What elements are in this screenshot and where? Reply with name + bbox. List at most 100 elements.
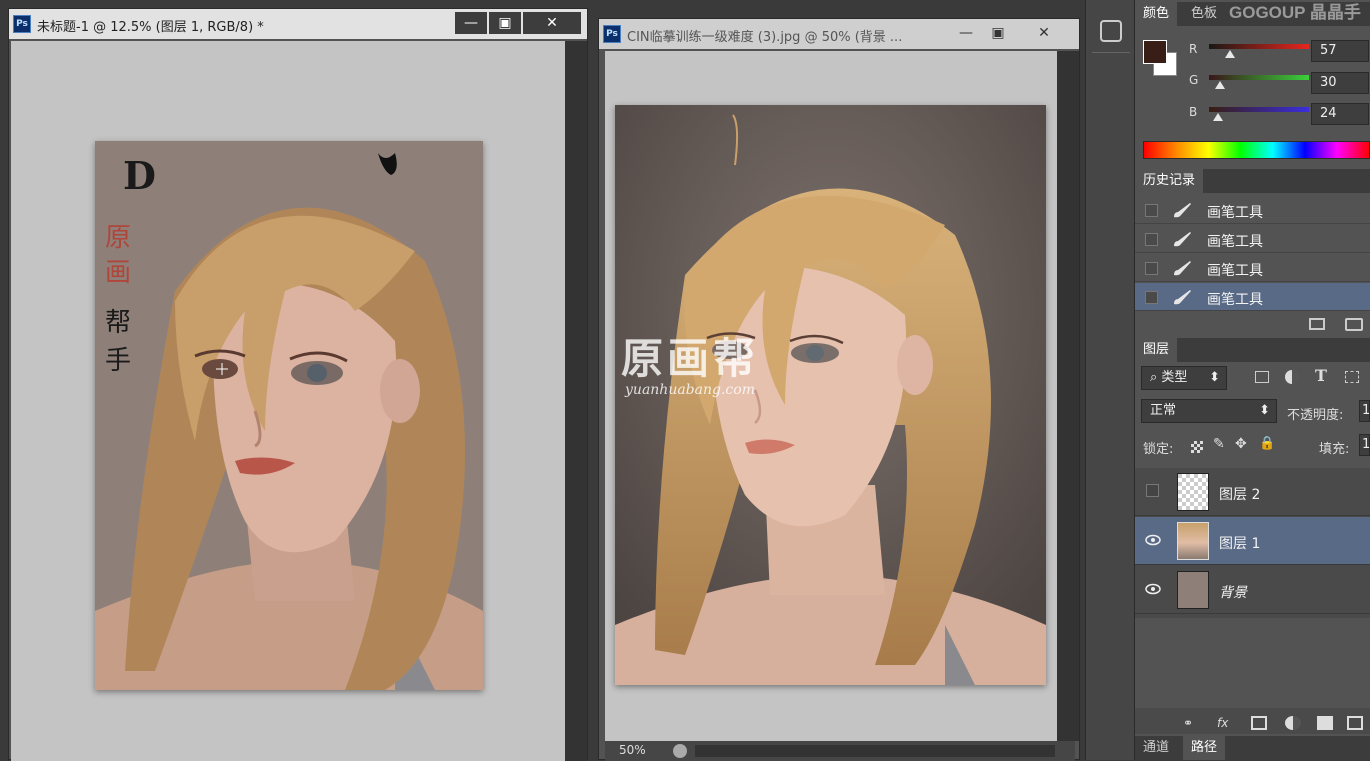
eye-icon[interactable] [1145, 583, 1161, 595]
slider-r-thumb[interactable] [1225, 50, 1235, 58]
fx-icon[interactable]: fx [1217, 716, 1233, 730]
tab-swatches[interactable]: 色板 [1183, 2, 1225, 26]
lock-all-icon[interactable]: 🔒 [1259, 436, 1275, 451]
brush-icon [1174, 290, 1191, 305]
channel-r-input[interactable]: 57 [1311, 40, 1369, 62]
add-mask-icon[interactable] [1251, 716, 1267, 730]
slider-g[interactable] [1209, 75, 1309, 80]
channel-g-input[interactable]: 30 [1311, 72, 1369, 94]
history-list: 画笔工具 画笔工具 画笔工具 画笔工具 [1135, 196, 1370, 312]
document-1-scrollbar[interactable] [565, 41, 587, 761]
tab-paths[interactable]: 路径 [1183, 736, 1226, 760]
history-item[interactable]: 画笔工具 [1135, 225, 1370, 253]
photoshop-icon: Ps [603, 25, 621, 43]
lock-position-icon[interactable]: ✥ [1235, 436, 1247, 452]
history-checkbox[interactable] [1145, 204, 1158, 217]
history-item-label: 画笔工具 [1207, 234, 1263, 250]
layers-panel-tabs: 图层 [1135, 338, 1370, 362]
document-2-statusbar: 50% [605, 741, 1075, 761]
history-item[interactable]: 画笔工具 [1135, 196, 1370, 224]
channel-b-input[interactable]: 24 [1311, 103, 1369, 125]
layer-name: 图层 1 [1219, 536, 1261, 552]
layer-filter-value: 类型 [1161, 370, 1188, 385]
color-spectrum[interactable] [1143, 141, 1370, 159]
search-icon: ⌕ [1150, 370, 1162, 385]
filter-type-icon[interactable]: T [1315, 366, 1327, 385]
plugin-icon[interactable] [1100, 20, 1122, 42]
right-panels: 颜色 色板 GOGOUP 晶晶手 R 57 G 30 B 24 历史记录 画笔工… [1135, 0, 1370, 760]
status-arrow-icon[interactable] [673, 744, 687, 758]
document-1-titlebar[interactable]: Ps 未标题-1 @ 12.5% (图层 1, RGB/8) * — ▣ ✕ [9, 9, 587, 39]
history-checkbox[interactable] [1145, 262, 1158, 275]
calligraphy-char: 帮 [105, 308, 131, 338]
zoom-level[interactable]: 50% [619, 743, 646, 757]
watermark: 原画帮 yuanhuabang.com [590, 325, 790, 398]
blend-mode-value: 正常 [1150, 403, 1177, 418]
lock-transparent-icon[interactable] [1191, 441, 1203, 453]
layer-thumbnail [1177, 522, 1209, 560]
lock-paint-icon[interactable]: ✎ [1213, 436, 1225, 452]
tab-history[interactable]: 历史记录 [1135, 169, 1204, 193]
color-swatch-foreground[interactable] [1143, 40, 1167, 64]
calligraphy-letter: D [123, 153, 156, 198]
painting-canvas[interactable]: D 原 画 帮 手 [95, 141, 483, 690]
panel-dock-strip [1085, 0, 1135, 760]
close-icon: ✕ [546, 15, 558, 31]
slider-b[interactable] [1209, 107, 1309, 112]
layer-row[interactable]: 背景 [1135, 566, 1370, 614]
filter-shape-icon[interactable] [1345, 371, 1359, 383]
minimize-button[interactable]: — [455, 12, 487, 34]
close-button[interactable]: ✕ [523, 12, 581, 34]
document-2-titlebar[interactable]: Ps CIN临摹训练一级难度 (3).jpg @ 50% (背景 ... — ▣… [599, 19, 1079, 49]
brush-icon [1174, 232, 1191, 247]
layer-filter-select[interactable]: ⌕ 类型 ⬍ [1141, 366, 1227, 390]
folder-icon[interactable] [1317, 716, 1333, 730]
blend-mode-select[interactable]: 正常 ⬍ [1141, 399, 1277, 423]
new-document-from-state-icon[interactable] [1309, 318, 1325, 330]
document-window-1[interactable]: Ps 未标题-1 @ 12.5% (图层 1, RGB/8) * — ▣ ✕ D… [8, 8, 588, 761]
link-layers-icon[interactable]: ⚭ [1183, 716, 1199, 730]
adjustment-layer-icon[interactable] [1285, 716, 1301, 730]
tab-layers[interactable]: 图层 [1135, 338, 1178, 362]
minimize-icon: — [959, 25, 973, 41]
slider-g-thumb[interactable] [1215, 81, 1225, 89]
fill-label: 填充: [1319, 442, 1350, 457]
tab-color[interactable]: 颜色 [1135, 2, 1178, 26]
top-right-overlay-text: GOGOUP 晶晶手 [1229, 3, 1361, 22]
document-2-title: CIN临摹训练一级难度 (3).jpg @ 50% (背景 ... [627, 30, 903, 45]
slider-r[interactable] [1209, 44, 1309, 49]
layers-list: 图层 2 图层 1 背景 [1135, 468, 1370, 618]
history-checkbox[interactable] [1145, 233, 1158, 246]
history-checkbox[interactable] [1145, 291, 1158, 304]
horizontal-scrollbar[interactable] [695, 745, 1055, 757]
eye-icon[interactable] [1145, 534, 1161, 546]
close-button[interactable]: ✕ [1019, 22, 1069, 44]
calligraphy-char: 手 [105, 346, 131, 376]
layer-row-selected[interactable]: 图层 1 [1135, 517, 1370, 565]
maximize-button[interactable]: ▣ [983, 22, 1013, 44]
slider-b-thumb[interactable] [1213, 113, 1223, 121]
filter-adjustment-icon[interactable] [1285, 370, 1299, 384]
minimize-button[interactable]: — [951, 22, 981, 44]
channel-label-g: G [1189, 73, 1199, 87]
watermark-title: 原画帮 [620, 334, 759, 383]
history-item-label: 画笔工具 [1207, 292, 1263, 308]
dock-divider [1092, 52, 1130, 53]
history-item[interactable]: 画笔工具 [1135, 254, 1370, 282]
channel-label-r: R [1189, 42, 1198, 56]
fill-input[interactable]: 1 [1359, 434, 1370, 456]
layer-thumbnail-background [1177, 571, 1209, 609]
document-1-canvas-area[interactable]: D 原 画 帮 手 [11, 41, 565, 761]
document-2-scrollbar[interactable] [1057, 51, 1079, 741]
layer-row[interactable]: 图层 2 [1135, 468, 1370, 516]
filter-image-icon[interactable] [1255, 371, 1269, 383]
history-item-selected[interactable]: 画笔工具 [1135, 283, 1370, 311]
new-layer-icon[interactable] [1347, 716, 1363, 730]
snapshot-camera-icon[interactable] [1345, 318, 1363, 331]
maximize-button[interactable]: ▣ [489, 12, 521, 34]
layer-visibility-checkbox[interactable] [1146, 484, 1159, 497]
calligraphy-char: 原 [105, 223, 131, 253]
opacity-input[interactable]: 1 [1359, 400, 1370, 422]
tab-channels[interactable]: 通道 [1135, 736, 1177, 760]
maximize-icon: ▣ [498, 15, 512, 31]
